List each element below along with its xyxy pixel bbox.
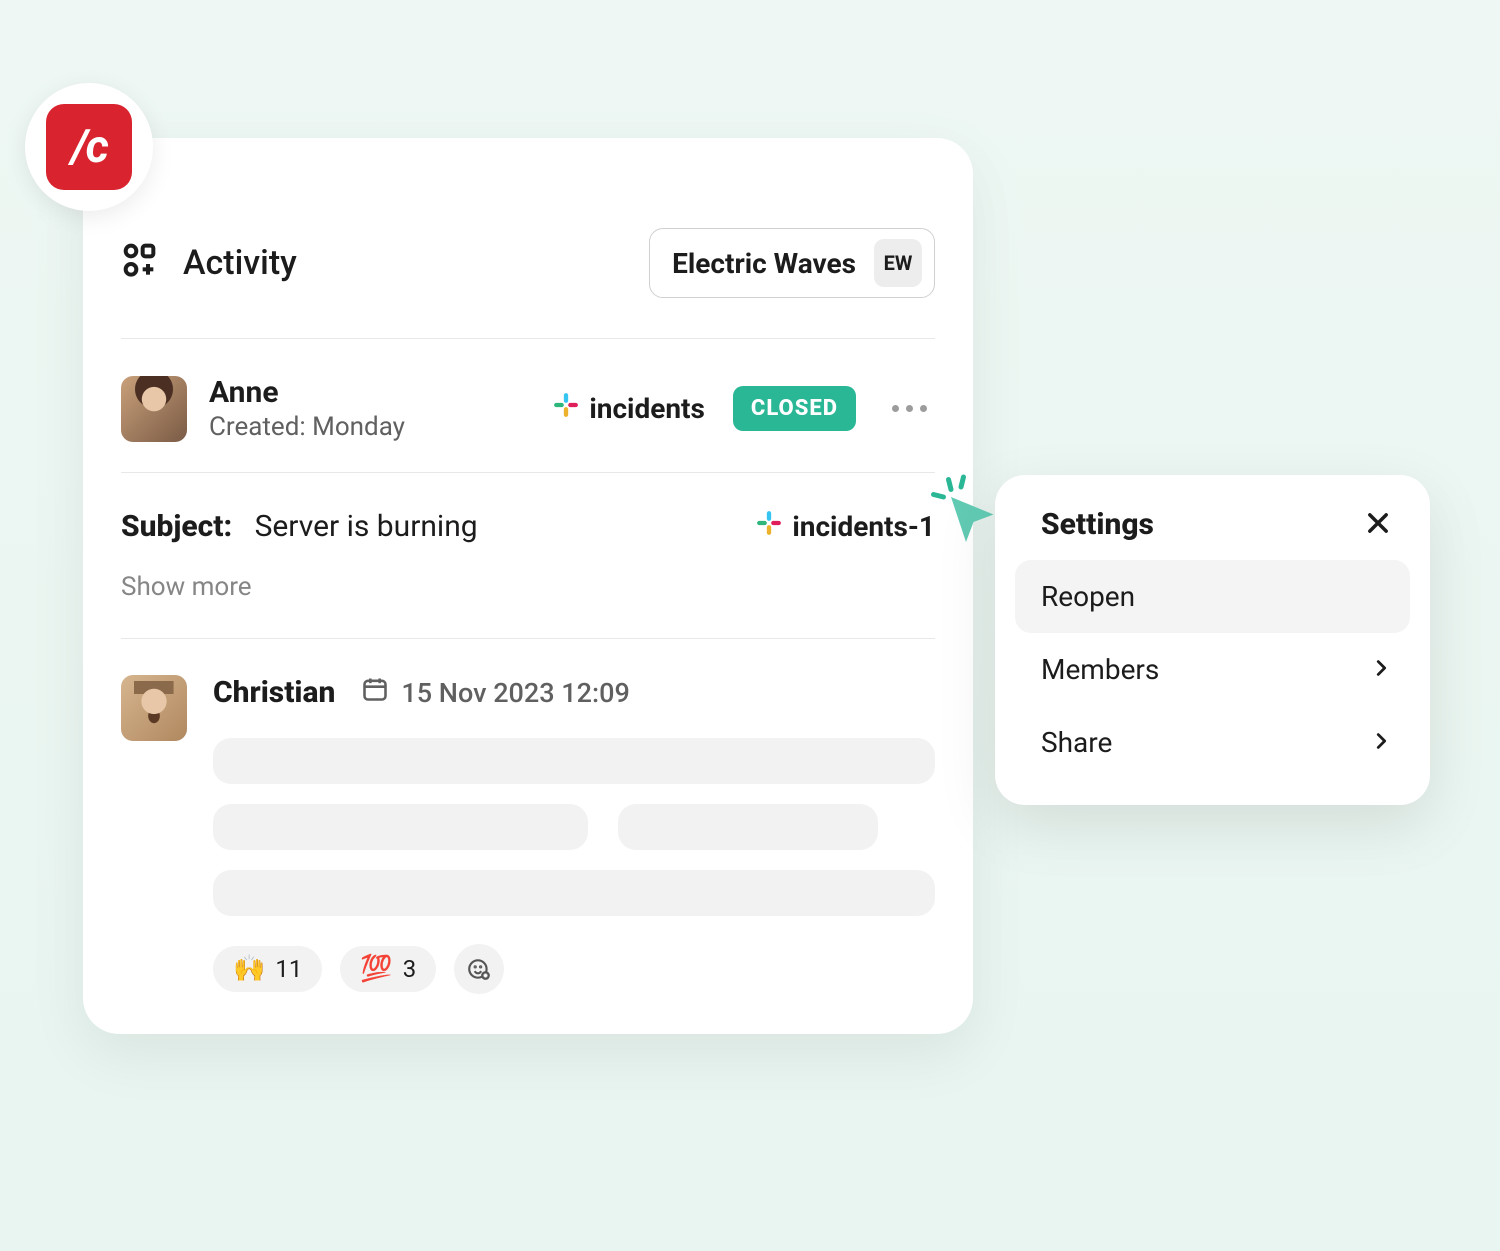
status-badge: CLOSED bbox=[733, 386, 856, 431]
subject: Subject: Server is burning bbox=[121, 509, 478, 544]
comment-date: 15 Nov 2023 12:09 bbox=[361, 675, 629, 710]
menu-item-label: Share bbox=[1041, 726, 1112, 759]
add-reaction-button[interactable] bbox=[454, 944, 504, 994]
slack-icon bbox=[756, 510, 782, 543]
show-more-link[interactable]: Show more bbox=[83, 556, 973, 638]
workspace-initials: EW bbox=[874, 239, 922, 287]
reaction-pill[interactable]: 🙌 11 bbox=[213, 946, 322, 992]
comment-body: Christian 15 Nov 2023 12:09 bbox=[213, 675, 935, 994]
channel-link[interactable]: incidents bbox=[553, 392, 705, 425]
comment-skeleton bbox=[213, 738, 935, 916]
popover-menu: Reopen Members Share bbox=[1015, 560, 1410, 779]
reaction-pill[interactable]: 💯 3 bbox=[340, 946, 436, 992]
reactions-bar: 🙌 11 💯 3 bbox=[213, 944, 935, 994]
header-left: Activity bbox=[121, 241, 297, 285]
comment-head: Christian 15 Nov 2023 12:09 bbox=[213, 675, 935, 710]
subject-row: Subject: Server is burning incidents-1 bbox=[83, 473, 973, 556]
calendar-icon bbox=[361, 675, 389, 710]
created-value: Monday bbox=[312, 412, 405, 442]
created-prefix: Created: bbox=[209, 412, 306, 442]
brand-logo: /c bbox=[25, 83, 153, 211]
skeleton-line bbox=[213, 738, 935, 784]
menu-item-share[interactable]: Share bbox=[1015, 706, 1410, 779]
card-header: Activity Electric Waves EW bbox=[83, 138, 973, 338]
comment-author: Christian bbox=[213, 675, 335, 710]
brand-logo-mark: /c bbox=[46, 104, 132, 190]
reaction-emoji: 💯 bbox=[360, 954, 392, 984]
popover-header: Settings bbox=[1015, 501, 1410, 560]
page-title: Activity bbox=[183, 243, 297, 283]
brand-logo-text: /c bbox=[71, 120, 107, 174]
chevron-right-icon bbox=[1370, 653, 1392, 686]
channel-name: incidents bbox=[589, 392, 705, 425]
menu-item-label: Reopen bbox=[1041, 580, 1135, 613]
sub-channel-link[interactable]: incidents-1 bbox=[756, 510, 935, 543]
skeleton-line bbox=[213, 870, 935, 916]
comment-date-text: 15 Nov 2023 12:09 bbox=[401, 677, 629, 709]
reaction-emoji: 🙌 bbox=[233, 954, 265, 984]
reaction-count: 11 bbox=[275, 955, 302, 983]
item-meta-right: incidents CLOSED bbox=[553, 386, 935, 431]
menu-item-label: Members bbox=[1041, 653, 1159, 686]
skeleton-line bbox=[618, 804, 878, 850]
menu-item-reopen[interactable]: Reopen bbox=[1015, 560, 1410, 633]
workspace-name: Electric Waves bbox=[672, 247, 856, 280]
comment-block: Christian 15 Nov 2023 12:09 bbox=[83, 639, 973, 994]
chevron-right-icon bbox=[1370, 726, 1392, 759]
close-icon[interactable] bbox=[1364, 509, 1392, 541]
popover-title: Settings bbox=[1041, 507, 1154, 542]
reaction-count: 3 bbox=[403, 955, 417, 983]
menu-item-members[interactable]: Members bbox=[1015, 633, 1410, 706]
item-author-block: Anne Created: Monday bbox=[121, 375, 405, 442]
subject-value: Server is burning bbox=[255, 509, 478, 544]
activity-card: Activity Electric Waves EW Anne Created:… bbox=[83, 138, 973, 1034]
author-name: Anne bbox=[209, 375, 405, 410]
avatar bbox=[121, 675, 187, 741]
author-created: Created: Monday bbox=[209, 412, 405, 442]
activity-icon bbox=[121, 241, 161, 285]
cursor-indicator-icon bbox=[926, 472, 1001, 551]
avatar bbox=[121, 376, 187, 442]
workspace-selector[interactable]: Electric Waves EW bbox=[649, 228, 935, 298]
settings-popover: Settings Reopen Members Share bbox=[995, 475, 1430, 805]
slack-icon bbox=[553, 392, 579, 425]
skeleton-line bbox=[213, 804, 588, 850]
author-text: Anne Created: Monday bbox=[209, 375, 405, 442]
subject-label: Subject: bbox=[121, 509, 232, 544]
more-menu-button[interactable] bbox=[884, 397, 935, 420]
item-meta-row: Anne Created: Monday incidents bbox=[83, 339, 973, 472]
sub-channel-name: incidents-1 bbox=[792, 510, 935, 543]
